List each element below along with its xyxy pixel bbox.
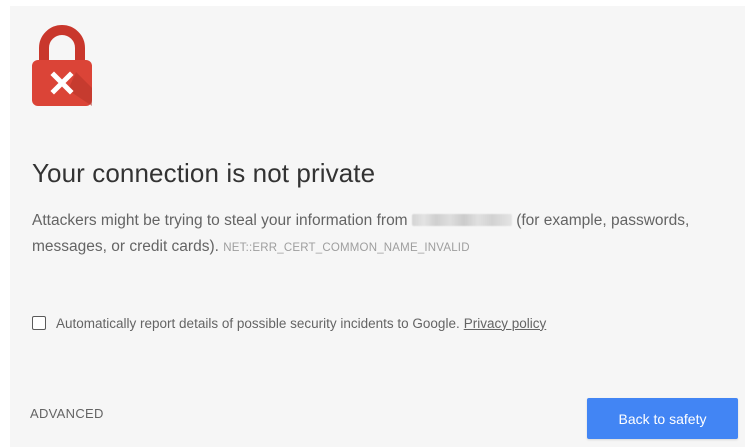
lock-shackle (39, 25, 85, 64)
message-before-host: Attackers might be trying to steal your … (32, 212, 412, 229)
report-checkbox[interactable] (32, 316, 46, 330)
report-label: Automatically report details of possible… (56, 315, 460, 331)
redacted-hostname (411, 214, 512, 226)
lock-error-icon (32, 25, 92, 106)
report-row: Automatically report details of possible… (32, 313, 546, 333)
privacy-policy-link[interactable]: Privacy policy (464, 316, 547, 331)
advanced-button[interactable]: ADVANCED (30, 406, 104, 421)
back-to-safety-button[interactable]: Back to safety (587, 398, 738, 439)
page-title: Your connection is not private (32, 158, 376, 188)
interstitial-page: Your connection is not private Attackers… (10, 6, 745, 447)
error-code: NET::ERR_CERT_COMMON_NAME_INVALID (223, 242, 470, 254)
warning-message: Attackers might be trying to steal your … (32, 208, 732, 261)
